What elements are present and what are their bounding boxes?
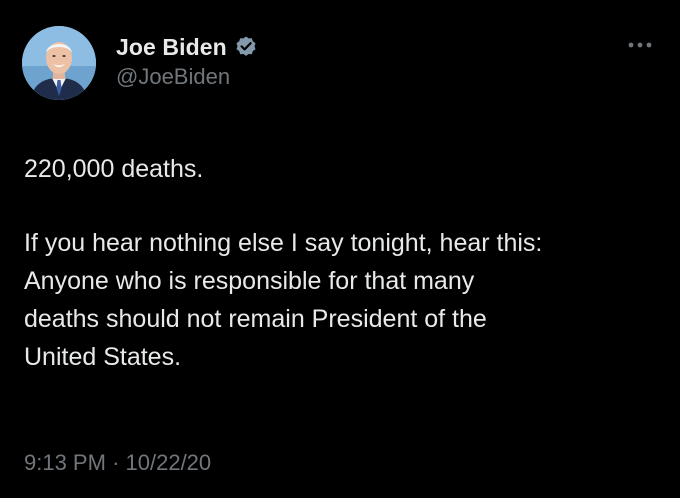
timestamp-separator: · [112, 450, 120, 475]
tweet-text: 220,000 deaths. If you hear nothing else… [24, 150, 664, 376]
tweet-paragraph-2: If you hear nothing else I say tonight, … [24, 229, 543, 371]
author-identity: Joe Biden @JoeBiden [116, 33, 258, 90]
author-display-name[interactable]: Joe Biden [116, 34, 227, 61]
tweet-timestamp[interactable]: 9:13 PM · 10/22/20 [24, 450, 211, 476]
tweet-paragraph-1: 220,000 deaths. [24, 155, 204, 183]
more-options-icon[interactable] [626, 38, 654, 52]
verified-badge-icon [234, 35, 258, 59]
author-handle[interactable]: @JoeBiden [116, 64, 258, 90]
tweet-card: Joe Biden @JoeBiden 220,000 deaths. If y… [0, 0, 680, 498]
avatar-photo [22, 26, 96, 100]
author-avatar[interactable] [22, 26, 96, 100]
tweet-time: 9:13 PM [24, 450, 106, 475]
name-row: Joe Biden [116, 33, 258, 61]
tweet-date: 10/22/20 [125, 450, 212, 475]
